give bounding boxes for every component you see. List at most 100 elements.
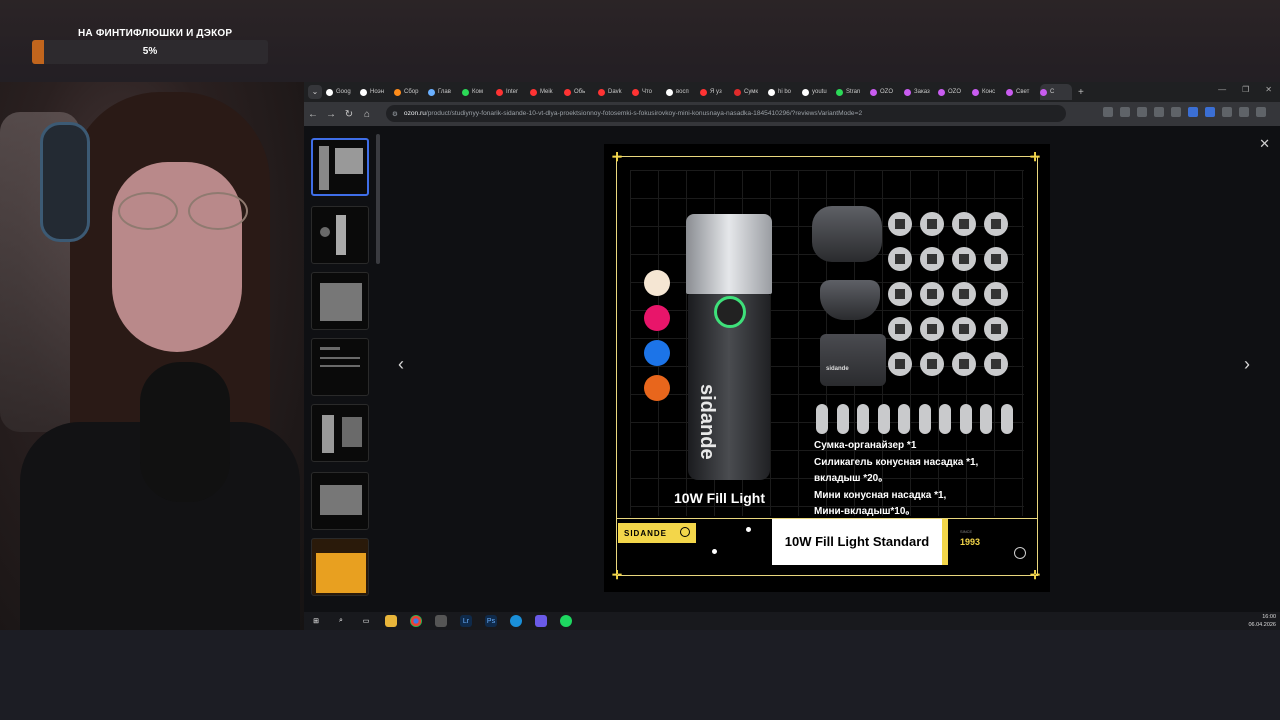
- browser-tab[interactable]: Meik: [530, 84, 564, 100]
- tab-label: Обь: [574, 89, 586, 95]
- tab-label: Заказ: [914, 89, 930, 95]
- gobo-insert: [952, 212, 976, 236]
- app-icon[interactable]: [535, 615, 547, 627]
- site-info-icon[interactable]: ⚙: [392, 110, 398, 118]
- gobo-insert: [888, 212, 912, 236]
- browser-tab[interactable]: Inter: [496, 84, 530, 100]
- new-tab-button[interactable]: +: [1078, 87, 1084, 98]
- previous-image-icon[interactable]: ‹: [398, 354, 404, 375]
- chrome-icon: [360, 88, 367, 96]
- browser-tab[interactable]: Ноэн: [360, 84, 394, 100]
- browser-tab[interactable]: Конс: [972, 84, 1006, 100]
- close-viewer-icon[interactable]: ✕: [1259, 136, 1270, 152]
- ozon-icon: [972, 88, 979, 96]
- color-swatch: [644, 305, 670, 331]
- browser-tab[interactable]: Goog: [326, 84, 360, 100]
- goal-percent: 5%: [142, 46, 158, 57]
- bookmark-star-icon[interactable]: [1154, 107, 1164, 117]
- extension-icon[interactable]: [1171, 107, 1181, 117]
- next-image-icon[interactable]: ›: [1244, 354, 1250, 375]
- browser-tab[interactable]: Я уз: [700, 84, 734, 100]
- gobo-insert: [888, 352, 912, 376]
- gobo-pattern-icon: [959, 219, 969, 229]
- thumbnail[interactable]: [311, 338, 369, 396]
- stream-background: [0, 630, 1280, 720]
- menu-icon[interactable]: [1256, 107, 1266, 117]
- glasses: [118, 192, 258, 232]
- share-icon[interactable]: [1120, 107, 1130, 117]
- gobo-insert: [984, 282, 1008, 306]
- mini-insert: [877, 404, 890, 434]
- file-explorer-icon[interactable]: [385, 615, 397, 627]
- address-bar[interactable]: ⚙ ozon.ru /product/studiynyy-fonarik-sid…: [386, 105, 1066, 122]
- stream-scene: НА ФИНТИФЛЮШКИ И ДЭКОР 5% ⌄ Goog Ноэн Сбор…: [0, 0, 1280, 720]
- browser-tab[interactable]: Заказ: [904, 84, 938, 100]
- browser-tab[interactable]: OZO: [870, 84, 904, 100]
- clock-date: 06.04.2026: [1248, 622, 1276, 628]
- system-clock[interactable]: 16:00 06.04.2026: [1248, 613, 1276, 629]
- tab-label: Конс: [982, 89, 996, 95]
- browser-tab[interactable]: Глав: [428, 84, 462, 100]
- k-icon: [836, 88, 843, 96]
- minimize-icon[interactable]: —: [1218, 85, 1226, 94]
- back-icon[interactable]: ←: [304, 109, 322, 120]
- browser-tab[interactable]: С: [1040, 84, 1072, 100]
- thumbnail[interactable]: [311, 538, 369, 596]
- browser-tab[interactable]: Что: [632, 84, 666, 100]
- home-icon[interactable]: ⌂: [358, 109, 376, 120]
- browser-tab[interactable]: Обь: [564, 84, 598, 100]
- browser-tab[interactable]: Сбор: [394, 84, 428, 100]
- zoom-icon[interactable]: [1137, 107, 1147, 117]
- mini-insert: [857, 404, 869, 434]
- thumbnail[interactable]: [311, 138, 369, 196]
- thumbnail[interactable]: [311, 472, 369, 530]
- search-icon[interactable]: ⌕: [335, 615, 347, 627]
- gobo-insert: [888, 282, 912, 306]
- photoshop-icon[interactable]: Ps: [485, 615, 497, 627]
- gobo-pattern-icon: [927, 324, 937, 334]
- task-view-icon[interactable]: ▭: [360, 615, 372, 627]
- microphone: [140, 362, 230, 502]
- ozon-icon: [938, 88, 945, 96]
- profile-icon[interactable]: [1239, 107, 1249, 117]
- spotify-icon[interactable]: [560, 615, 572, 627]
- close-window-icon[interactable]: ✕: [1265, 85, 1272, 94]
- thumbnail-scrollbar[interactable]: [376, 134, 380, 264]
- browser-tab[interactable]: hi bo: [768, 84, 802, 100]
- edge-icon[interactable]: [510, 615, 522, 627]
- browser-tab[interactable]: восп: [666, 84, 700, 100]
- extension-icon[interactable]: [1205, 107, 1215, 117]
- thumbnail[interactable]: [311, 206, 369, 264]
- obs-icon[interactable]: [435, 615, 447, 627]
- url-path: /product/studiynyy-fonarik-sidande-10-vt…: [425, 110, 863, 117]
- forward-icon[interactable]: →: [322, 109, 340, 120]
- flashlight-power-button: [714, 296, 746, 328]
- browser-tab[interactable]: Ком: [462, 84, 496, 100]
- thumbnail[interactable]: [311, 404, 369, 462]
- browser-tab[interactable]: OZO: [938, 84, 972, 100]
- reload-icon[interactable]: ↻: [340, 109, 358, 120]
- thumbnail-strip: [304, 132, 382, 612]
- tab-search-button[interactable]: ⌄: [308, 85, 322, 99]
- browser-tab[interactable]: Сумк: [734, 84, 768, 100]
- thumbnail[interactable]: [311, 272, 369, 330]
- browser-tab[interactable]: Davk: [598, 84, 632, 100]
- browser-tab[interactable]: youtu: [802, 84, 836, 100]
- puzzle-icon[interactable]: [1222, 107, 1232, 117]
- bag-label: sidande: [826, 366, 849, 372]
- browser-tab[interactable]: Stran: [836, 84, 870, 100]
- fill-light-label: 10W Fill Light: [674, 490, 765, 506]
- extension-icon[interactable]: [1103, 107, 1113, 117]
- restore-icon[interactable]: ❐: [1242, 85, 1249, 94]
- chrome-icon[interactable]: [410, 615, 422, 627]
- youtube-icon: [632, 88, 639, 96]
- gobo-insert: [952, 317, 976, 341]
- youtube-icon: [700, 88, 707, 96]
- mini-insert: [816, 404, 828, 434]
- extension-icon[interactable]: [1188, 107, 1198, 117]
- windows-start-icon[interactable]: ⊞: [310, 615, 322, 627]
- browser-tab[interactable]: Свет: [1006, 84, 1040, 100]
- streamer-face: [112, 162, 242, 352]
- organizer-bag: sidande: [820, 334, 886, 386]
- lightroom-icon[interactable]: Lr: [460, 615, 472, 627]
